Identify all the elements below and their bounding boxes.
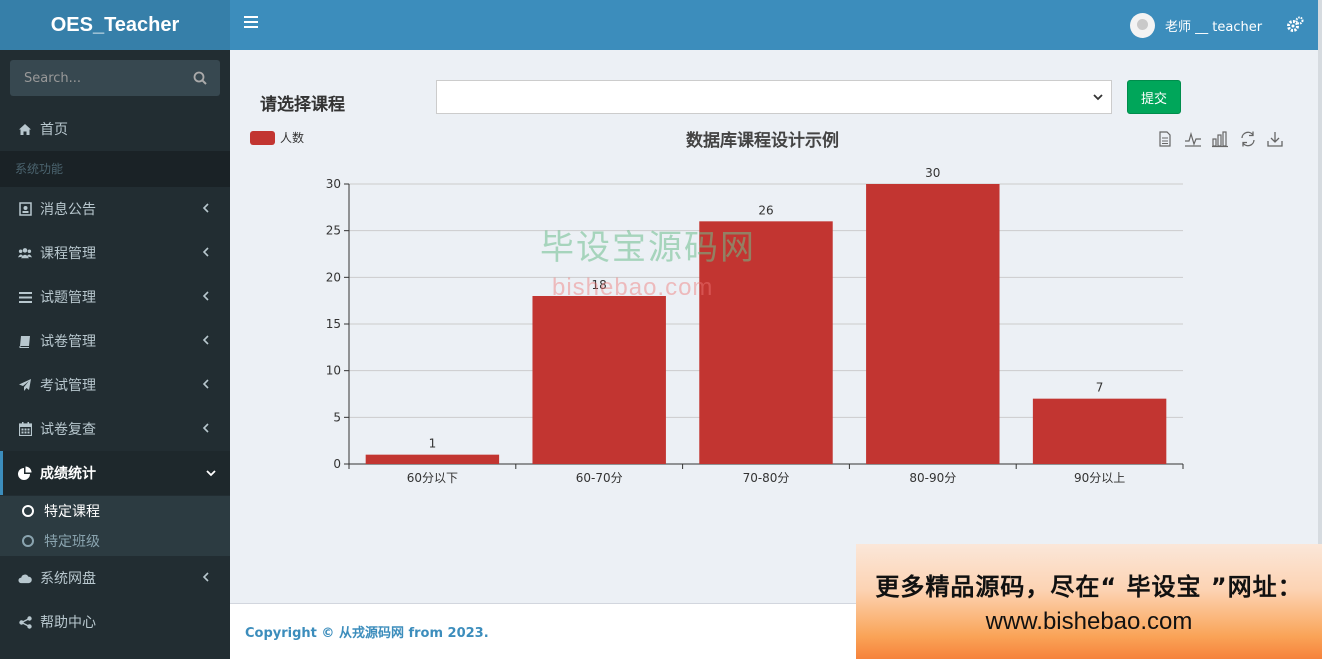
calendar-icon (18, 422, 32, 436)
gears-icon[interactable] (1286, 16, 1304, 34)
chevron-left-icon (202, 423, 209, 433)
ad-line-1: 更多精品源码，尽在“ 毕设宝 ”网址： (875, 573, 1303, 601)
address-card-icon (18, 202, 32, 216)
sidebar-item-label: 课程管理 (40, 246, 96, 262)
user-menu[interactable]: 老师 __ teacher (1130, 12, 1262, 38)
user-name: 老师 __ teacher (1165, 19, 1263, 35)
footer-copyright: Copyright © 从戎源码网 from 2023. (245, 626, 489, 641)
submenu-item-label: 特定班级 (44, 534, 100, 550)
main-content: 请选择课程 提交 人数 数据库课程设计示例 0 5 10 15 20 25 30 1 60分以下… (230, 50, 1318, 603)
sidebar-item-label: 试题管理 (40, 290, 96, 306)
chevron-left-icon (202, 572, 209, 582)
sidebar-item-label: 帮助中心 (40, 615, 96, 631)
x-tick-label: 60-70分 (576, 471, 623, 485)
x-tick-label: 90分以上 (1074, 471, 1125, 485)
chevron-left-icon (202, 203, 209, 213)
x-tick-label: 70-80分 (743, 471, 790, 485)
chart-bar (1032, 398, 1167, 464)
chart-bar (866, 184, 1000, 464)
submenu-item-label: 特定课程 (44, 504, 100, 520)
cloud-icon (18, 571, 32, 585)
app-logo[interactable]: OES_Teacher (0, 0, 230, 50)
sidebar-item-label: 成绩统计 (40, 466, 96, 482)
circle-icon (22, 535, 34, 547)
chevron-left-icon (202, 247, 209, 257)
sidebar-item-label: 系统网盘 (40, 571, 96, 587)
paper-plane-icon (18, 378, 32, 392)
bar-data-label: 1 (429, 437, 437, 451)
search-input[interactable] (10, 60, 180, 96)
sidebar-item-questions[interactable]: 试题管理 (0, 275, 230, 319)
sidebar-item-papers[interactable]: 试卷管理 (0, 319, 230, 363)
chart-bar (532, 296, 666, 464)
chevron-down-icon (206, 470, 216, 477)
list-icon (18, 290, 32, 304)
sidebar-section-header: 系统功能 (0, 151, 230, 187)
sidebar-item-announcements[interactable]: 消息公告 (0, 187, 230, 231)
sidebar: 首页 系统功能 消息公告 课程管理 试题管理 试卷管理 考试管理 (0, 50, 230, 659)
top-navbar: 老师 __ teacher (230, 0, 1318, 50)
sidebar-item-home[interactable]: 首页 (0, 107, 230, 151)
search-icon[interactable] (193, 71, 207, 85)
bar-data-label: 7 (1096, 381, 1104, 395)
y-tick-label: 25 (326, 224, 341, 238)
x-tick-label: 80-90分 (909, 471, 956, 485)
y-tick-label: 5 (333, 410, 341, 424)
chart-bar (365, 454, 500, 464)
sidebar-search (10, 60, 220, 96)
sidebar-item-label: 消息公告 (40, 202, 96, 218)
statistics-submenu: 特定课程 特定班级 (0, 496, 230, 556)
sidebar-item-netdisk[interactable]: 系统网盘 (0, 556, 230, 600)
sidebar-item-help[interactable]: 帮助中心 (0, 600, 230, 644)
sidebar-item-label: 试卷管理 (40, 334, 96, 350)
y-tick-label: 20 (326, 270, 341, 284)
pie-chart-icon (18, 466, 32, 480)
y-tick-label: 0 (333, 457, 341, 471)
chevron-left-icon (202, 335, 209, 345)
watermark-text: 毕设宝源码网 (540, 228, 756, 268)
sidebar-item-label: 试卷复查 (40, 422, 96, 438)
sidebar-item-exams[interactable]: 考试管理 (0, 363, 230, 407)
x-tick-label: 60分以下 (407, 471, 458, 485)
y-tick-label: 10 (326, 364, 341, 378)
avatar (1130, 12, 1155, 38)
home-icon (18, 122, 32, 136)
watermark-url: bishebao.com (552, 274, 714, 301)
share-alt-icon (18, 615, 32, 629)
sidebar-item-label: 考试管理 (40, 378, 96, 394)
chevron-left-icon (202, 291, 209, 301)
users-icon (18, 246, 32, 260)
sidebar-item-label: 首页 (40, 122, 68, 138)
book-icon (18, 334, 32, 348)
bar-data-label: 26 (758, 203, 773, 217)
circle-icon (22, 505, 34, 517)
sidebar-item-statistics[interactable]: 成绩统计 (0, 451, 230, 495)
bars-icon[interactable] (244, 16, 258, 32)
sidebar-item-review[interactable]: 试卷复查 (0, 407, 230, 451)
chevron-left-icon (202, 379, 209, 389)
y-tick-label: 15 (326, 317, 341, 331)
ad-banner[interactable]: 更多精品源码，尽在“ 毕设宝 ”网址： www.bishebao.com (856, 544, 1322, 659)
submenu-item-specific-course[interactable]: 特定课程 (0, 496, 230, 526)
y-tick-label: 30 (326, 177, 341, 191)
bar-data-label: 30 (925, 166, 940, 180)
bar-chart: 051015202530160分以下1860-70分2670-80分3080-9… (326, 166, 1184, 485)
submenu-item-specific-class[interactable]: 特定班级 (0, 526, 230, 556)
ad-line-2: www.bishebao.com (985, 608, 1193, 635)
sidebar-item-courses[interactable]: 课程管理 (0, 231, 230, 275)
